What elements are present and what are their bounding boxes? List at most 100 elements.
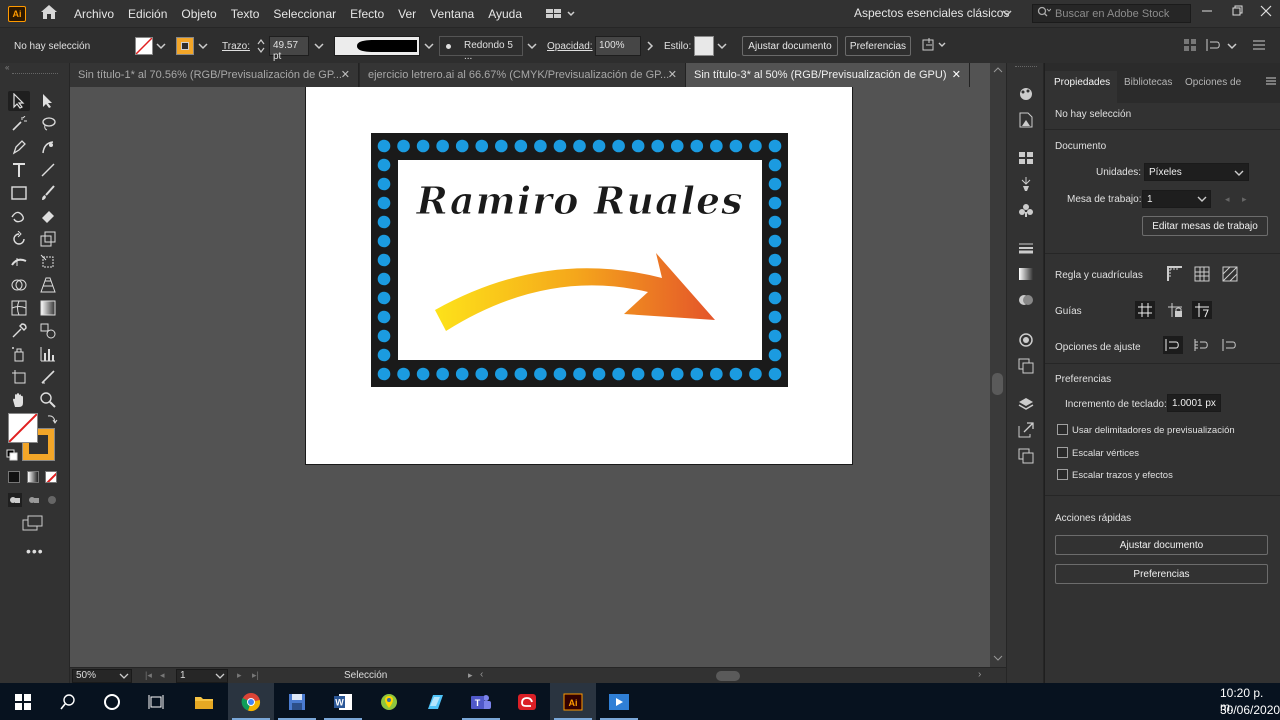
scale-corners-checkbox[interactable] [1057, 447, 1068, 458]
status-menu-icon[interactable]: ▸ [468, 670, 473, 681]
zoom-tool-icon[interactable] [37, 390, 59, 410]
tab-options[interactable]: Opciones de [1185, 77, 1241, 88]
stroke-panel-icon[interactable] [1016, 239, 1036, 257]
menu-edicion[interactable]: Edición [128, 7, 167, 21]
gradient-panel-icon[interactable] [1016, 265, 1036, 283]
next-artboard-icon[interactable]: ▸ [237, 670, 242, 681]
media-player-icon[interactable] [596, 683, 642, 720]
canvas-area[interactable]: Ramiro Ruales [70, 87, 990, 667]
shaper-tool-icon[interactable] [8, 206, 30, 226]
sign-artwork[interactable]: Ramiro Ruales [306, 87, 854, 466]
document-tab-3[interactable]: Sin título-3* al 50% (RGB/Previsualizaci… [686, 63, 970, 87]
document-setup-icon[interactable] [920, 37, 948, 56]
close-tab-icon[interactable]: ✕ [668, 68, 677, 81]
fit-document-button[interactable]: Ajustar documento [742, 36, 838, 56]
color-mode-icon[interactable] [8, 471, 20, 483]
fill-color-box[interactable] [8, 413, 38, 443]
free-transform-tool-icon[interactable] [37, 252, 59, 272]
document-tab-2[interactable]: ejercicio letrero.ai al 66.67% (CMYK/Pre… [360, 63, 686, 87]
opacity-field[interactable]: 100% [595, 36, 641, 56]
line-segment-tool-icon[interactable] [37, 160, 59, 180]
blend-tool-icon[interactable] [37, 321, 59, 341]
zoom-field[interactable]: 50% [72, 669, 132, 683]
chrome-icon[interactable] [228, 683, 274, 720]
teams-icon[interactable]: T [458, 683, 504, 720]
quick-preferences-button[interactable]: Preferencias [1055, 564, 1268, 584]
home-icon[interactable] [40, 4, 58, 23]
first-artboard-icon[interactable]: |◂ [145, 670, 152, 681]
chevron-down-icon[interactable] [156, 41, 166, 54]
panel-menu-icon[interactable] [1252, 38, 1266, 55]
menu-ventana[interactable]: Ventana [430, 7, 474, 21]
workspace-switcher[interactable]: Aspectos esenciales clásicos [854, 6, 1009, 20]
hand-tool-icon[interactable] [8, 390, 30, 410]
chevron-down-icon[interactable] [314, 41, 324, 54]
rulers-icon[interactable] [1165, 265, 1185, 283]
last-artboard-icon[interactable]: ▸| [252, 670, 259, 681]
column-graph-tool-icon[interactable] [37, 344, 59, 364]
chevron-down-icon[interactable] [527, 41, 537, 54]
direct-selection-tool-icon[interactable] [37, 91, 59, 111]
asset-export-icon[interactable] [1016, 421, 1036, 439]
prev-artboard-icon[interactable]: ◂ [1225, 194, 1230, 205]
slice-tool-icon[interactable] [37, 367, 59, 387]
swatches-icon[interactable] [1016, 149, 1036, 167]
more-tools-icon[interactable]: ••• [26, 543, 44, 559]
scale-strokes-checkbox[interactable] [1057, 469, 1068, 480]
prev-artboard-icon[interactable]: ◂ [160, 670, 165, 681]
pen-tool-icon[interactable] [8, 137, 30, 157]
restore-icon[interactable] [1232, 5, 1244, 20]
snap-to-point-icon[interactable] [1163, 336, 1183, 354]
scale-tool-icon[interactable] [37, 229, 59, 249]
chevron-down-icon[interactable] [1002, 8, 1012, 21]
next-artboard-icon[interactable]: ▸ [1242, 194, 1247, 205]
eyedropper-tool-icon[interactable] [8, 321, 30, 341]
windows-start-icon[interactable] [0, 683, 46, 720]
chevron-down-icon[interactable] [424, 41, 434, 54]
gradient-mode-icon[interactable] [27, 471, 39, 483]
layers-icon[interactable] [1016, 395, 1036, 413]
rectangle-tool-icon[interactable] [8, 183, 30, 203]
quick-fit-document-button[interactable]: Ajustar documento [1055, 535, 1268, 555]
mesh-tool-icon[interactable] [8, 298, 30, 318]
save-icon[interactable] [274, 683, 320, 720]
taskbar-date[interactable]: 30/06/2020 [1220, 703, 1280, 717]
brush-definition[interactable]: Redondo 5 ... [439, 36, 523, 62]
notes-icon[interactable] [412, 683, 458, 720]
panel-menu-icon[interactable] [1265, 75, 1277, 90]
artboard[interactable]: Ramiro Ruales [305, 87, 853, 465]
show-guides-icon[interactable] [1135, 301, 1155, 319]
type-tool-icon[interactable] [8, 160, 30, 180]
curvature-tool-icon[interactable] [37, 137, 59, 157]
scroll-down-icon[interactable] [993, 653, 1003, 665]
color-guide-icon[interactable] [1016, 85, 1036, 103]
illustrator-icon[interactable]: Ai [550, 683, 596, 720]
default-fill-stroke-icon[interactable] [6, 449, 18, 464]
draw-inside-icon[interactable] [45, 493, 59, 510]
menu-ayuda[interactable]: Ayuda [488, 7, 522, 21]
shape-builder-tool-icon[interactable] [8, 275, 30, 295]
chevron-down-icon[interactable] [717, 41, 727, 54]
close-tab-icon[interactable]: ✕ [341, 68, 350, 81]
magic-wand-tool-icon[interactable] [8, 114, 30, 134]
scroll-left-icon[interactable]: ‹ [480, 669, 483, 680]
symbol-sprayer-tool-icon[interactable] [8, 344, 30, 364]
transparency-icon[interactable] [1016, 291, 1036, 309]
graphic-styles-icon[interactable] [1016, 357, 1036, 375]
stroke-swatch[interactable] [176, 37, 194, 55]
lock-guides-icon[interactable] [1165, 301, 1185, 319]
menu-efecto[interactable]: Efecto [350, 7, 384, 21]
chevron-down-icon[interactable] [198, 41, 208, 54]
close-icon[interactable] [1260, 5, 1272, 20]
perspective-grid-tool-icon[interactable] [37, 275, 59, 295]
artboards-panel-icon[interactable] [1016, 447, 1036, 465]
rotate-tool-icon[interactable] [8, 229, 30, 249]
stock-search-input[interactable]: Buscar en Adobe Stock [1032, 4, 1191, 23]
scroll-thumb[interactable] [992, 373, 1003, 395]
draw-behind-icon[interactable] [27, 493, 41, 510]
scroll-up-icon[interactable] [993, 65, 1003, 77]
smart-guides-icon[interactable] [1192, 301, 1212, 319]
chevron-down-icon[interactable] [1227, 41, 1237, 54]
menu-ver[interactable]: Ver [398, 7, 416, 21]
arrange-documents-icon[interactable] [546, 8, 576, 20]
